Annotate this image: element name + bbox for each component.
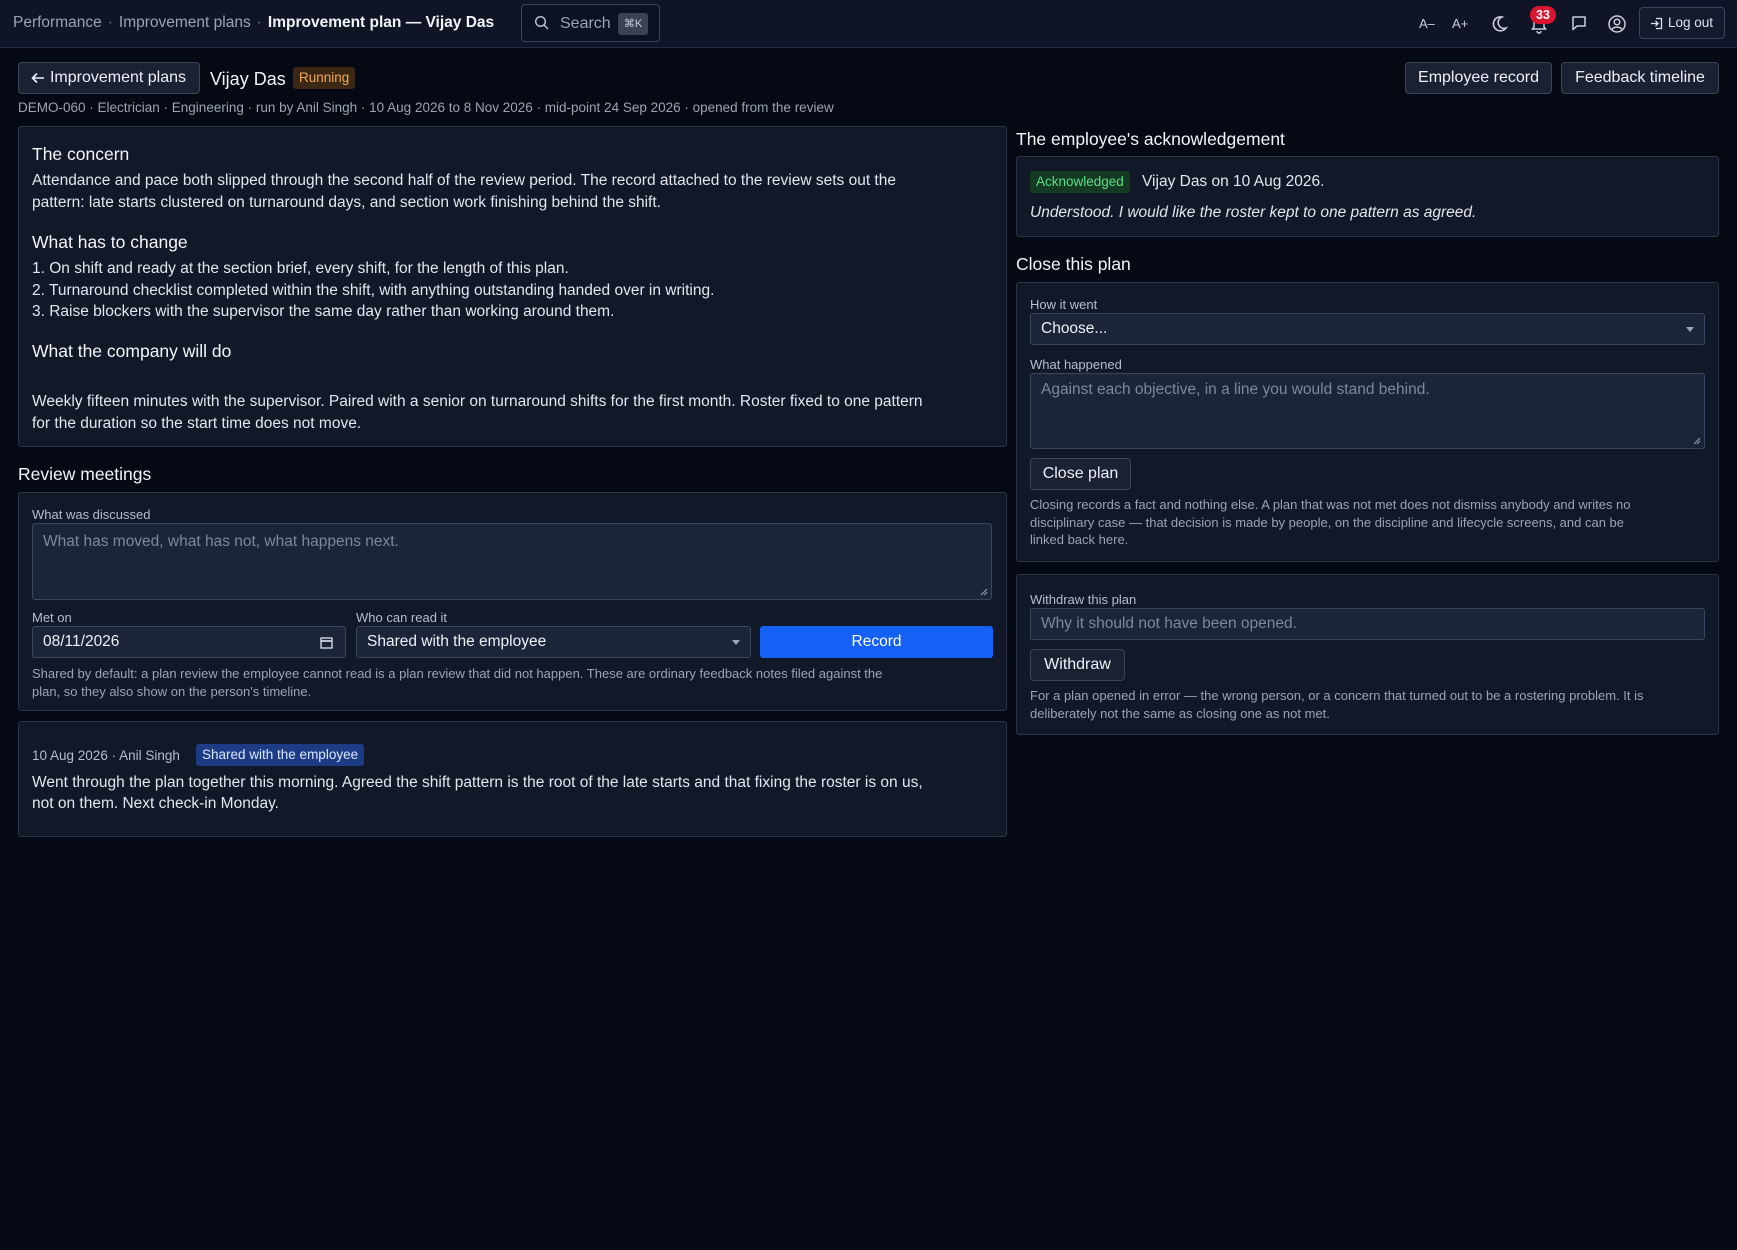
change-item: 1. On shift and ready at the section bri… [32, 260, 569, 277]
discussed-placeholder: What has moved, what has not, what happe… [43, 533, 399, 550]
resize-handle-icon[interactable] [1693, 437, 1701, 445]
withdraw-button[interactable]: Withdraw [1030, 649, 1125, 681]
account-button[interactable] [1607, 13, 1627, 35]
concern-text-line: Attendance and pace both slipped through… [32, 172, 896, 189]
withdraw-label: Withdraw this plan [1030, 592, 1137, 607]
who-can-read-value: Shared with the employee [367, 633, 547, 650]
breadcrumb-current: Improvement plan — Vijay Das [267, 14, 495, 31]
search-label: Search [560, 15, 611, 32]
note-meta: 10 Aug 2026 · Anil Singh [32, 748, 180, 763]
plan-details-panel: The concern Attendance and pace both sli… [18, 126, 1007, 447]
acknowledged-by: Vijay Das on 10 Aug 2026. [1142, 173, 1325, 190]
status-badge: Running [293, 67, 356, 89]
acknowledgement-panel: Acknowledged Vijay Das on 10 Aug 2026. U… [1016, 156, 1719, 237]
review-help-text: Shared by default: a plan review the emp… [32, 666, 883, 681]
discussed-label: What was discussed [32, 507, 151, 522]
withdraw-reason-input[interactable]: Why it should not have been opened. [1030, 608, 1705, 640]
font-smaller-button[interactable]: A– [1419, 13, 1435, 35]
employee-name: Vijay Das [210, 69, 286, 89]
concern-text-line: pattern: late starts clustered on turnar… [32, 194, 661, 211]
breadcrumb-improvement-plans[interactable]: Improvement plans [119, 14, 251, 31]
moon-icon [1492, 16, 1509, 32]
logout-label: Log out [1668, 15, 1714, 30]
what-happened-placeholder: Against each objective, in a line you wo… [1041, 381, 1430, 398]
close-plan-heading: Close this plan [1016, 254, 1131, 274]
logout-button[interactable]: Log out [1639, 7, 1725, 39]
review-note-card: 10 Aug 2026 · Anil Singh Shared with the… [18, 721, 1007, 837]
what-happened-textarea[interactable]: Against each objective, in a line you wo… [1030, 373, 1705, 449]
note-visibility-badge: Shared with the employee [196, 744, 365, 766]
concern-heading: The concern [32, 144, 130, 164]
note-text-line: not on them. Next check-in Monday. [32, 795, 279, 812]
acknowledged-badge: Acknowledged [1030, 171, 1130, 193]
calendar-icon[interactable] [320, 636, 333, 649]
top-bar: Performance · Improvement plans · Improvemen… [0, 0, 1737, 48]
withdraw-placeholder: Why it should not have been opened. [1041, 615, 1297, 632]
change-item: 3. Raise blockers with the supervisor th… [32, 303, 615, 320]
close-plan-panel: How it went Choose... What happened Agai… [1016, 282, 1719, 562]
message-icon [1572, 16, 1586, 31]
font-larger-button[interactable]: A+ [1452, 13, 1468, 35]
who-can-read-label: Who can read it [356, 610, 448, 625]
notification-count-badge: 33 [1530, 6, 1556, 24]
review-form-panel: What was discussed What has moved, what … [18, 492, 1007, 711]
messages-button[interactable] [1571, 13, 1587, 35]
change-heading: What has to change [32, 232, 188, 252]
breadcrumb-performance[interactable]: Performance [13, 14, 102, 31]
review-meetings-heading: Review meetings [18, 464, 152, 484]
breadcrumb-separator: · [107, 14, 113, 31]
arrow-left-icon [31, 72, 44, 84]
met-on-value: 08/11/2026 [43, 633, 120, 650]
acknowledgement-heading: The employee's acknowledgement [1016, 129, 1285, 149]
how-it-went-value: Choose... [1041, 320, 1108, 337]
met-on-label: Met on [32, 610, 72, 625]
back-to-improvement-plans-button[interactable]: Improvement plans [18, 62, 200, 94]
close-plan-button[interactable]: Close plan [1030, 458, 1131, 490]
close-plan-help-text: linked back here. [1030, 532, 1129, 547]
withdraw-help-text: For a plan opened in error — the wrong p… [1030, 688, 1644, 703]
discussed-textarea[interactable]: What has moved, what has not, what happe… [32, 523, 992, 600]
user-circle-icon [1608, 15, 1626, 33]
what-happened-label: What happened [1030, 357, 1122, 372]
review-help-text: plan, so they also show on the person's … [32, 684, 312, 699]
feedback-timeline-button[interactable]: Feedback timeline [1561, 62, 1719, 94]
breadcrumb: Performance · Improvement plans · Improvemen… [13, 14, 494, 32]
note-text-line: Went through the plan together this morn… [32, 774, 923, 791]
withdraw-panel: Withdraw this plan Why it should not hav… [1016, 574, 1719, 735]
plan-meta: DEMO-060 · Electrician · Engineering · r… [18, 100, 834, 115]
close-plan-help-text: Closing records a fact and nothing else.… [1030, 497, 1631, 512]
how-it-went-label: How it went [1030, 297, 1098, 312]
resize-handle-icon[interactable] [980, 588, 988, 596]
chevron-down-icon [732, 640, 740, 645]
search-button[interactable]: Search ⌘K [521, 4, 660, 42]
logout-icon [1651, 17, 1663, 30]
acknowledgement-quote: Understood. I would like the roster kept… [1030, 204, 1477, 221]
how-it-went-select[interactable]: Choose... [1030, 313, 1705, 345]
search-shortcut: ⌘K [618, 13, 648, 35]
company-text-line: for the duration so the start time does … [32, 415, 362, 432]
who-can-read-select[interactable]: Shared with the employee [356, 626, 751, 658]
chevron-down-icon [1686, 327, 1694, 332]
search-icon [534, 15, 549, 30]
company-text-line: Weekly fifteen minutes with the supervis… [32, 393, 923, 410]
met-on-date-input[interactable]: 08/11/2026 [32, 626, 346, 658]
withdraw-help-text: deliberately not the same as closing one… [1030, 706, 1330, 721]
breadcrumb-separator: · [256, 14, 262, 31]
theme-toggle-button[interactable] [1491, 13, 1509, 35]
employee-record-button[interactable]: Employee record [1405, 62, 1552, 94]
record-button[interactable]: Record [760, 626, 993, 658]
change-item: 2. Turnaround checklist completed within… [32, 282, 715, 299]
back-button-label: Improvement plans [49, 69, 187, 86]
company-heading: What the company will do [32, 341, 232, 361]
close-plan-help-text: disciplinary case — that decision is mad… [1030, 515, 1625, 530]
